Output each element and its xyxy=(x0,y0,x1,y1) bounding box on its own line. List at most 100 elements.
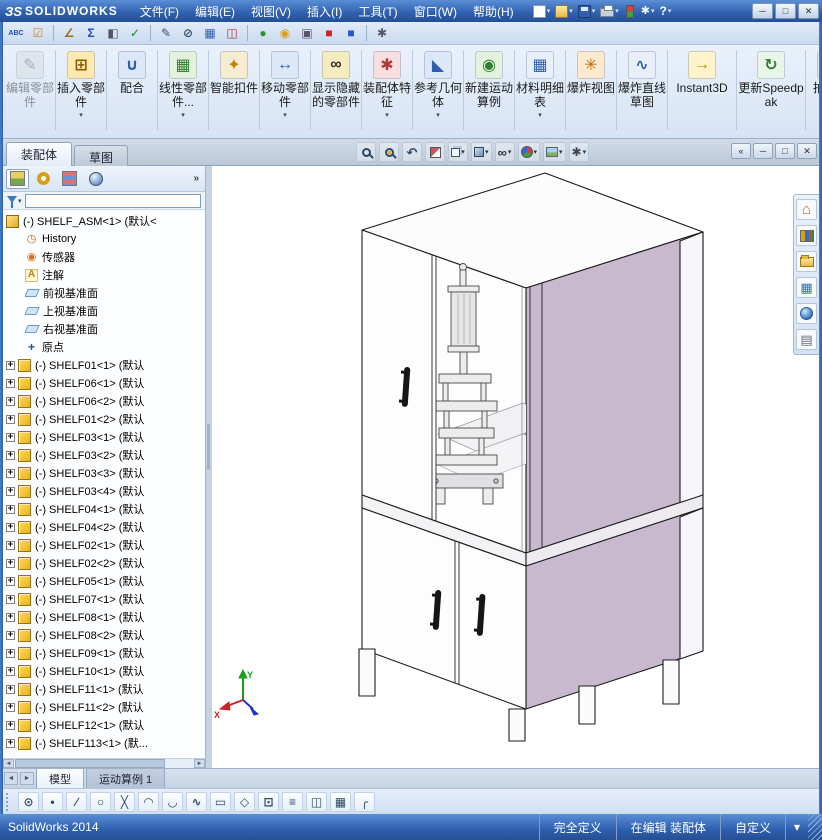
ribbon-new-motion-study-button[interactable]: ◉ 新建运动算例 xyxy=(465,48,513,110)
ribbon-bill-of-materials-button[interactable]: ▦ 材料明细表 ▾ xyxy=(516,48,564,119)
offset-entities-button[interactable]: ≡ xyxy=(282,791,303,812)
line-button[interactable]: ∕ xyxy=(66,791,87,812)
status-customize-dropdown-button[interactable]: ▾ xyxy=(784,814,808,840)
close-document-button[interactable]: ✕ xyxy=(797,143,817,159)
previous-view-button[interactable]: ↶ xyxy=(402,142,422,162)
restore-document-button[interactable]: □ xyxy=(775,143,795,159)
ribbon-move-component-button[interactable]: ↔ 移动零部件 ▾ xyxy=(261,48,309,119)
menu-item-编辑(E)[interactable]: 编辑(E) xyxy=(187,0,243,23)
lights-button[interactable]: ◉ xyxy=(275,24,295,43)
tree-component-item[interactable]: + (-) SHELF06<2> (默认 xyxy=(6,392,205,410)
cabinet-assembly-model[interactable]: Y X xyxy=(212,166,822,768)
rebuild-button[interactable] xyxy=(623,4,637,19)
tree-component-item[interactable]: + (-) SHELF09<1> (默认 xyxy=(6,644,205,662)
new-document-button[interactable]: ▾ xyxy=(532,4,552,19)
expand-manager-tabs-button[interactable]: » xyxy=(193,173,202,184)
tab-scroll-right-button[interactable]: ► xyxy=(20,772,34,785)
mirror-entities-button[interactable]: ◫ xyxy=(306,791,327,812)
scrollbar-thumb[interactable] xyxy=(15,759,165,768)
camera-button[interactable]: ▣ xyxy=(297,24,317,43)
ribbon-assembly-features-button[interactable]: ✱ 装配体特征 ▾ xyxy=(363,48,411,119)
sketch-entities-button[interactable]: ✎ xyxy=(156,24,176,43)
help-button[interactable]: ? ▾ xyxy=(658,4,672,18)
blue-swatch-button[interactable]: ■ xyxy=(341,24,361,43)
expand-icon[interactable]: + xyxy=(6,594,15,604)
tab-scroll-left-button[interactable]: ◄ xyxy=(4,772,18,785)
view-palette-tab[interactable]: ▦ xyxy=(796,277,817,298)
table-button[interactable]: ▦ xyxy=(200,24,220,43)
tree-component-item[interactable]: + (-) SHELF08<1> (默认 xyxy=(6,608,205,626)
tree-item-原点[interactable]: + 原点 xyxy=(25,338,205,356)
property-manager-tab[interactable] xyxy=(32,169,55,189)
tree-horizontal-scrollbar[interactable]: ◄ ► xyxy=(3,758,205,768)
smart-dimension-button[interactable]: ⊙ xyxy=(18,791,39,812)
expand-icon[interactable]: + xyxy=(6,612,15,622)
graphics-area[interactable]: Y X ⌂ ▦ ▤ xyxy=(212,166,822,768)
task-pane-resources-tab[interactable]: ⌂ xyxy=(796,199,817,220)
maximize-button[interactable]: □ xyxy=(775,3,796,19)
expand-icon[interactable]: + xyxy=(6,396,15,406)
tree-component-item[interactable]: + (-) SHELF01<1> (默认 xyxy=(6,356,205,374)
point-button[interactable]: • xyxy=(42,791,63,812)
ribbon-smart-fasteners-button[interactable]: ✦ 智能扣件 xyxy=(210,48,258,96)
file-explorer-tab[interactable] xyxy=(796,251,817,272)
expand-icon[interactable]: + xyxy=(6,450,15,460)
tab-装配体[interactable]: 装配体 xyxy=(6,142,73,166)
expand-icon[interactable]: + xyxy=(6,666,15,676)
dimension-button[interactable]: ⊘ xyxy=(178,24,198,43)
tree-item-History[interactable]: ◷ History xyxy=(25,230,205,248)
apply-scene-button[interactable]: ▾ xyxy=(543,142,566,162)
design-checker-button[interactable]: ☑ xyxy=(28,24,48,43)
appearances-tab[interactable] xyxy=(796,303,817,324)
scroll-left-icon[interactable]: ◄ xyxy=(3,759,14,768)
menu-item-插入(I)[interactable]: 插入(I) xyxy=(299,0,350,23)
view-orientation-button[interactable]: ▾ xyxy=(448,142,468,162)
expand-icon[interactable]: + xyxy=(6,504,15,514)
resize-grip[interactable] xyxy=(808,814,822,840)
expand-icon[interactable]: + xyxy=(6,468,15,478)
menu-item-帮助(H)[interactable]: 帮助(H) xyxy=(465,0,522,23)
section-properties-button[interactable]: ◧ xyxy=(103,24,123,43)
ribbon-insert-component-button[interactable]: ⊞ 插入零部件 ▾ xyxy=(57,48,105,119)
zoom-to-area-button[interactable] xyxy=(379,142,399,162)
mass-properties-button[interactable]: Σ xyxy=(81,24,101,43)
expand-icon[interactable]: + xyxy=(6,414,15,424)
expand-icon[interactable]: + xyxy=(6,720,15,730)
tree-component-item[interactable]: + (-) SHELF10<1> (默认 xyxy=(6,662,205,680)
ribbon-reference-geometry-button[interactable]: ◣ 参考几何体 ▾ xyxy=(414,48,462,119)
filter-dropdown-arrow-icon[interactable]: ▾ xyxy=(18,197,22,205)
convert-entities-button[interactable]: ⊡ xyxy=(258,791,279,812)
configuration-manager-tab[interactable] xyxy=(58,169,81,189)
scroll-right-icon[interactable]: ► xyxy=(194,759,205,768)
tree-component-item[interactable]: + (-) SHELF02<1> (默认 xyxy=(6,536,205,554)
expand-icon[interactable]: + xyxy=(6,558,15,568)
trim-button[interactable]: ╳ xyxy=(114,791,135,812)
hide-show-items-button[interactable]: ∞ ▾ xyxy=(494,142,515,162)
tree-component-item[interactable]: + (-) SHELF03<2> (默认 xyxy=(6,446,205,464)
tree-component-item[interactable]: + (-) SHELF11<2> (默认 xyxy=(6,698,205,716)
open-button[interactable]: ▾ xyxy=(554,4,574,19)
tab-草图[interactable]: 草图 xyxy=(74,145,129,166)
ribbon-mate-button[interactable]: ∪ 配合 xyxy=(108,48,156,96)
ribbon-instant3d-button[interactable]: → Instant3D xyxy=(669,48,735,96)
tree-component-item[interactable]: + (-) SHELF12<1> (默认 xyxy=(6,716,205,734)
tree-item-上视基准面[interactable]: 上视基准面 xyxy=(25,302,205,320)
tree-component-item[interactable]: + (-) SHELF01<2> (默认 xyxy=(6,410,205,428)
zoom-fit-button[interactable] xyxy=(356,142,376,162)
measure-button[interactable]: ∠ xyxy=(59,24,79,43)
expand-icon[interactable]: + xyxy=(6,738,15,748)
expand-icon[interactable]: + xyxy=(6,702,15,712)
polygon-button[interactable]: ◇ xyxy=(234,791,255,812)
expand-icon[interactable]: + xyxy=(6,522,15,532)
toolbar-options-button[interactable]: ✱ xyxy=(372,24,392,43)
feature-tree-filter-input[interactable] xyxy=(24,193,201,208)
expand-icon[interactable]: + xyxy=(6,486,15,496)
tree-component-item[interactable]: + (-) SHELF06<1> (默认 xyxy=(6,374,205,392)
appearance-swatch-button[interactable]: ● xyxy=(253,24,273,43)
tree-item-右视基准面[interactable]: 右视基准面 xyxy=(25,320,205,338)
rectangle-button[interactable]: ▭ xyxy=(210,791,231,812)
ribbon-linear-component-pattern-button[interactable]: ▦ 线性零部件... ▾ xyxy=(159,48,207,119)
minimize-document-button[interactable]: ─ xyxy=(753,143,773,159)
menu-item-工具(T)[interactable]: 工具(T) xyxy=(350,0,405,23)
sketch-fillet-button[interactable]: ╭ xyxy=(354,791,375,812)
